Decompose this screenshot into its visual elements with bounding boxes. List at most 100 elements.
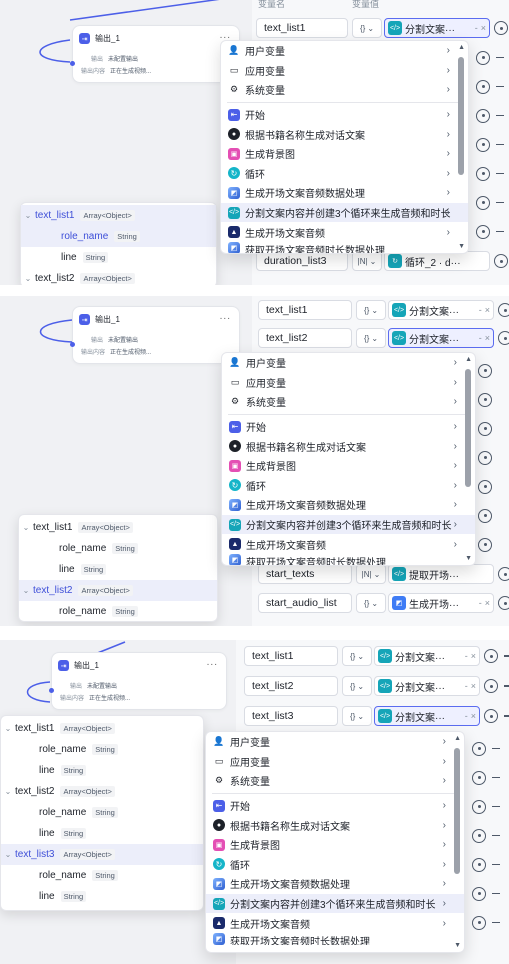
variable-name-input[interactable]: start_audio_list xyxy=(258,593,352,613)
type-select[interactable]: |N| ⌄ xyxy=(352,251,382,271)
menu-item-node[interactable]: </> 分割文案内容并创建3个循环来生成音频和时长 › xyxy=(206,893,464,914)
clear-icon[interactable]: × xyxy=(471,711,476,721)
target-icon[interactable] xyxy=(472,886,486,901)
tree-item[interactable]: role_name String xyxy=(19,601,217,622)
scroll-down-icon[interactable]: ▼ xyxy=(465,555,472,562)
variable-value-field[interactable]: </> 分割文案··· - × xyxy=(388,300,494,320)
tree-item[interactable]: line String xyxy=(1,886,203,907)
target-icon[interactable] xyxy=(476,108,490,123)
remove-row-button[interactable] xyxy=(496,56,504,59)
variable-value-field[interactable]: </> 分割文案··· - × xyxy=(374,646,480,666)
remove-row-button[interactable] xyxy=(492,834,500,837)
tree-item[interactable]: ⌄ text_list2 Array<Object> xyxy=(19,580,217,601)
more-options-button[interactable]: ... xyxy=(207,657,218,668)
remove-row-button[interactable] xyxy=(492,747,500,750)
menu-item-node[interactable]: ◩ 获取开场文案音频时长数据处理 xyxy=(222,553,475,565)
tree-item[interactable]: role_name String xyxy=(21,226,216,247)
target-icon[interactable] xyxy=(476,50,490,65)
remove-row-button[interactable] xyxy=(492,921,500,924)
type-select[interactable]: {} ⌄ xyxy=(356,328,386,348)
remove-row-button[interactable] xyxy=(492,863,500,866)
clear-icon[interactable]: × xyxy=(471,651,476,661)
target-icon[interactable] xyxy=(498,567,509,581)
tree-item[interactable]: line String xyxy=(1,823,203,844)
target-icon[interactable] xyxy=(478,508,492,523)
remove-row-button[interactable] xyxy=(492,892,500,895)
variable-value-field[interactable]: </> 提取开场··· xyxy=(388,564,494,584)
target-icon[interactable] xyxy=(478,421,492,436)
variable-name-input[interactable]: duration_list3 xyxy=(256,251,348,271)
target-icon[interactable] xyxy=(478,363,492,378)
menu-item-node[interactable]: ◩ 生成开场文案音频数据处理 › xyxy=(206,874,464,894)
menu-item-node[interactable]: ◩ 生成开场文案音频数据处理 › xyxy=(222,495,475,515)
menu-item-node[interactable]: ▲ 生成开场文案音频 › xyxy=(222,534,475,554)
target-icon[interactable] xyxy=(484,709,498,723)
tree-item[interactable]: role_name String xyxy=(19,538,217,559)
scroll-up-icon[interactable]: ▲ xyxy=(458,44,465,51)
target-icon[interactable] xyxy=(472,799,486,814)
remove-row-button[interactable] xyxy=(504,655,509,657)
more-options-button[interactable]: ... xyxy=(220,311,231,322)
clear-icon[interactable]: × xyxy=(485,598,490,608)
tree-item[interactable]: role_name String xyxy=(1,865,203,886)
menu-item-node[interactable]: ↻ 循环 › xyxy=(206,855,464,875)
clear-icon[interactable]: × xyxy=(485,333,490,343)
menu-item-user-variables[interactable]: 👤 用户变量 › xyxy=(221,41,468,61)
target-icon[interactable] xyxy=(484,679,498,693)
remove-row-button[interactable] xyxy=(504,685,509,687)
remove-row-button[interactable] xyxy=(496,114,504,117)
menu-item-system-variables[interactable]: ⚙ 系统变量 › xyxy=(206,771,464,791)
menu-item-node[interactable]: ● 根据书籍名称生成对话文案 › xyxy=(221,124,468,144)
tree-item[interactable]: line String xyxy=(21,247,216,268)
menu-item-node[interactable]: ◩ 获取开场文案音频时长数据处理 xyxy=(221,241,468,253)
target-icon[interactable] xyxy=(478,537,492,552)
variable-name-input[interactable]: text_list1 xyxy=(256,18,348,38)
tree-item[interactable]: line String xyxy=(19,559,217,580)
type-select[interactable]: {} ⌄ xyxy=(342,646,372,666)
menu-scrollbar[interactable] xyxy=(465,369,471,487)
node-input-port[interactable] xyxy=(70,61,75,66)
output-node[interactable]: ⇥ 输出_1 ... 输出 未配置输出 输出内容 正在生成视频... xyxy=(70,306,240,364)
target-icon[interactable] xyxy=(472,741,486,756)
output-node[interactable]: ⇥ 输出_1 ... 输出 未配置输出 输出内容 正在生成视频... xyxy=(70,25,240,83)
menu-item-user-variables[interactable]: 👤 用户变量 › xyxy=(222,353,475,373)
tree-item[interactable]: ⌄ text_list2 Array<Object> xyxy=(21,268,216,285)
variable-value-field[interactable]: </> 分割文案··· - × xyxy=(384,18,490,38)
variable-name-input[interactable]: text_list2 xyxy=(258,328,352,348)
variable-name-input[interactable]: text_list1 xyxy=(244,646,338,666)
tree-item[interactable]: line String xyxy=(1,760,203,781)
target-icon[interactable] xyxy=(494,254,508,268)
variable-name-input[interactable]: text_list3 xyxy=(244,706,338,726)
menu-item-node[interactable]: ▣ 生成背景图 › xyxy=(222,456,475,476)
type-select[interactable]: {} ⌄ xyxy=(356,300,386,320)
menu-scrollbar[interactable] xyxy=(454,748,460,874)
tree-item[interactable]: ⌄ text_list1 Array<Object> xyxy=(1,718,203,739)
menu-item-node[interactable]: ▣ 生成背景图 › xyxy=(206,835,464,855)
target-icon[interactable] xyxy=(476,166,490,181)
tree-item[interactable]: role_name String xyxy=(1,802,203,823)
target-icon[interactable] xyxy=(498,596,509,610)
menu-item-node[interactable]: ⇤ 开始 › xyxy=(221,105,468,125)
remove-row-button[interactable] xyxy=(492,776,500,779)
clear-icon[interactable]: × xyxy=(485,305,490,315)
menu-item-node[interactable]: ▣ 生成背景图 › xyxy=(221,144,468,164)
tree-item[interactable]: ⌄ text_list1 Array<Object> xyxy=(19,517,217,538)
target-icon[interactable] xyxy=(476,79,490,94)
menu-item-node[interactable]: ● 根据书籍名称生成对话文案 › xyxy=(222,436,475,456)
node-input-port[interactable] xyxy=(70,342,75,347)
type-select[interactable]: {} ⌄ xyxy=(352,18,382,38)
target-icon[interactable] xyxy=(476,137,490,152)
type-select[interactable]: {} ⌄ xyxy=(342,706,372,726)
scroll-up-icon[interactable]: ▲ xyxy=(454,735,461,742)
target-icon[interactable] xyxy=(484,649,498,663)
target-icon[interactable] xyxy=(478,479,492,494)
variable-value-field[interactable]: ◩ 生成开场··· - × xyxy=(388,593,494,613)
remove-row-button[interactable] xyxy=(496,85,504,88)
remove-row-button[interactable] xyxy=(496,143,504,146)
menu-item-node[interactable]: ↻ 循环 › xyxy=(222,476,475,496)
target-icon[interactable] xyxy=(498,303,509,317)
target-icon[interactable] xyxy=(472,770,486,785)
menu-item-node[interactable]: ◩ 生成开场文案音频数据处理 › xyxy=(221,183,468,203)
scroll-down-icon[interactable]: ▼ xyxy=(454,942,461,949)
menu-item-node[interactable]: </> 分割文案内容并创建3个循环来生成音频和时长 › xyxy=(221,202,468,223)
